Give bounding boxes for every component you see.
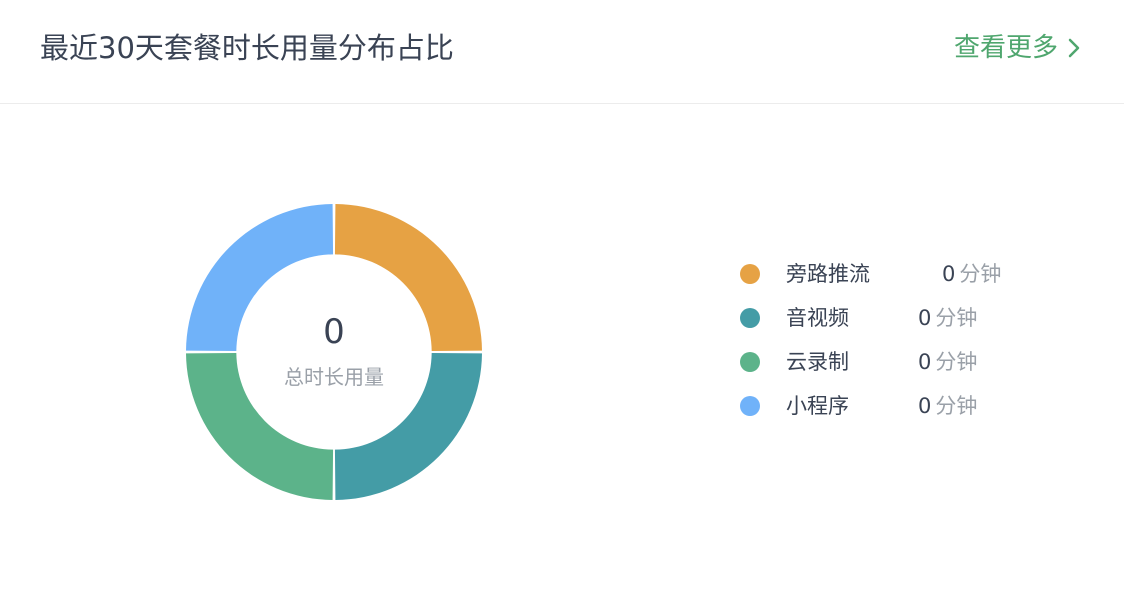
legend-item-cloud-recording[interactable]: 云录制 0 分钟 — [740, 340, 1080, 384]
legend-label: 音视频 — [786, 306, 849, 330]
legend-label: 小程序 — [786, 394, 849, 418]
legend-value-unit: 分钟 — [935, 306, 978, 330]
legend-color-dot — [740, 352, 760, 372]
legend-item-bypass-stream[interactable]: 旁路推流 0 分钟 — [740, 252, 1080, 296]
legend-value: 0 分钟 — [942, 252, 1001, 296]
legend-value: 0 分钟 — [918, 384, 977, 428]
chart-legend: 旁路推流 0 分钟 音视频 0 分钟 云录制 0 分钟 小程序 0 分钟 — [740, 252, 1080, 428]
legend-value-unit: 分钟 — [935, 394, 978, 418]
legend-item-audio-video[interactable]: 音视频 0 分钟 — [740, 296, 1080, 340]
legend-color-dot — [740, 264, 760, 284]
legend-color-dot — [740, 396, 760, 416]
legend-value-number: 0 — [918, 350, 932, 374]
legend-value-unit: 分钟 — [935, 350, 978, 374]
chevron-right-icon — [1064, 36, 1084, 60]
card-title: 最近30天套餐时长用量分布占比 — [40, 31, 454, 65]
legend-value-unit: 分钟 — [959, 262, 1002, 286]
view-more-label: 查看更多 — [953, 33, 1058, 63]
legend-value-number: 0 — [942, 262, 956, 286]
legend-item-mini-program[interactable]: 小程序 0 分钟 — [740, 384, 1080, 428]
legend-value-number: 0 — [918, 306, 932, 330]
legend-value: 0 分钟 — [918, 340, 977, 384]
legend-label: 旁路推流 — [786, 262, 870, 286]
legend-label: 云录制 — [786, 350, 849, 374]
legend-value: 0 分钟 — [918, 296, 977, 340]
legend-value-number: 0 — [918, 394, 932, 418]
total-usage-value: 0 — [323, 312, 345, 352]
card-header: 最近30天套餐时长用量分布占比 查看更多 — [0, 0, 1124, 104]
total-usage-label: 总时长用量 — [284, 365, 384, 389]
usage-distribution-card: 最近30天套餐时长用量分布占比 查看更多 0 总时长用量 旁路推流 0 分钟 音视… — [0, 0, 1124, 594]
legend-color-dot — [740, 308, 760, 328]
view-more-link[interactable]: 查看更多 — [954, 28, 1084, 68]
